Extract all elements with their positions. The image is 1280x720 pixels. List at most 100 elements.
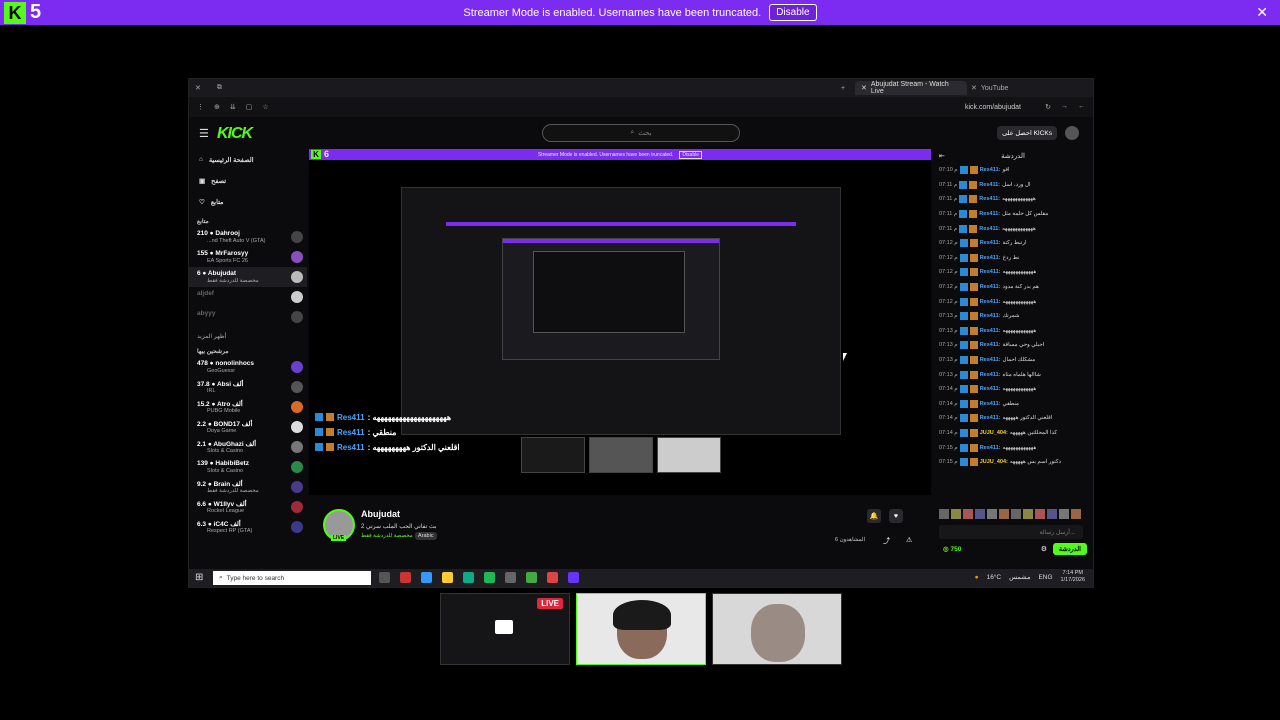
close-window-icon[interactable]: ✕	[195, 84, 201, 92]
sidebar-channel-active[interactable]: 6 ● Abujudat مخصصة للدردشة فقط	[189, 267, 307, 287]
extensions-icon[interactable]: ⊕	[214, 103, 220, 111]
sidebar-channel[interactable]: 2.1 ● AbuGhazi ألف Slots & Casino	[189, 437, 307, 457]
follow-heart-icon[interactable]: ♥	[889, 509, 903, 523]
emote-icon[interactable]	[1047, 509, 1057, 519]
emote-icon[interactable]	[1059, 509, 1069, 519]
chat-username[interactable]: Res411:	[980, 386, 1001, 392]
app-icon[interactable]	[421, 572, 432, 583]
chat-username[interactable]: Res411:	[979, 226, 1000, 232]
chat-username[interactable]: Res411:	[980, 328, 1001, 334]
app-icon[interactable]	[568, 572, 579, 583]
chat-username[interactable]: JUJU_404:	[980, 430, 1008, 436]
app-icon[interactable]	[400, 572, 411, 583]
sidebar-channel[interactable]: 6.3 ● iC4C ألف Respect RP (GTA)	[189, 517, 307, 537]
user-avatar[interactable]	[1065, 126, 1079, 140]
share-icon[interactable]: ▢	[246, 103, 253, 111]
sidebar-channel[interactable]: 2.2 ● BOND17 ألف Doya Game	[189, 417, 307, 437]
emote-icon[interactable]	[951, 509, 961, 519]
emote-icon[interactable]	[1035, 509, 1045, 519]
chat-username[interactable]: Res411:	[980, 415, 1001, 421]
sidebar-channel[interactable]: abyyy	[189, 307, 307, 327]
emote-icon[interactable]	[975, 509, 985, 519]
input-language[interactable]: ENG	[1038, 574, 1052, 581]
menu-icon[interactable]: ⋮	[197, 103, 204, 111]
nav-following[interactable]: ♡ متابع	[189, 191, 307, 212]
back-icon[interactable]: ←	[1078, 103, 1085, 111]
chat-username[interactable]: Res411:	[980, 255, 1001, 261]
chat-username[interactable]: Res411:	[980, 401, 1001, 407]
share-icon[interactable]: ⤴	[883, 536, 890, 546]
tab-youtube[interactable]: ✕ YouTube	[965, 81, 1077, 95]
stream-category[interactable]: مخصصة للدردشة فقط	[361, 533, 413, 539]
close-icon[interactable]: ✕	[1256, 4, 1268, 21]
chat-username[interactable]: Res411:	[979, 196, 1000, 202]
settings-gear-icon[interactable]: ⚙	[1041, 545, 1047, 553]
chat-username[interactable]: Res411:	[980, 240, 1001, 246]
xbox-icon[interactable]	[526, 572, 537, 583]
chat-input[interactable]: أرسل رسالة...	[939, 525, 1083, 539]
forward-icon[interactable]: →	[1061, 103, 1068, 111]
spotify-icon[interactable]	[484, 572, 495, 583]
camera-thumb-2[interactable]	[712, 593, 842, 665]
sidebar-channel[interactable]: 478 ● nonolinhocs GeoGuessr	[189, 357, 307, 377]
emote-icon[interactable]	[1071, 509, 1081, 519]
chrome-icon[interactable]	[547, 572, 558, 583]
nav-browse[interactable]: ▣ تصفح	[189, 170, 307, 191]
emote-icon[interactable]	[939, 509, 949, 519]
downloads-icon[interactable]: ⇊	[230, 103, 236, 111]
emote-icon[interactable]	[1023, 509, 1033, 519]
chat-username[interactable]: Res411:	[980, 372, 1001, 378]
kick-wordmark[interactable]: KICK	[217, 125, 253, 143]
search-input[interactable]: ⌕ بحث	[542, 124, 740, 142]
sidebar-channel[interactable]: 6.6 ● W1llyv ألف Rocket League	[189, 497, 307, 517]
show-more-link[interactable]: أظهر المزيد	[189, 327, 307, 342]
sidebar-channel[interactable]: 155 ● MrFarosyy EA Sports FC 26	[189, 247, 307, 267]
language-tag[interactable]: Arabic	[415, 532, 437, 540]
chat-username[interactable]: Res411:	[979, 211, 1000, 217]
nav-home[interactable]: ⌂ الصفحة الرئيسية	[189, 149, 307, 170]
streamer-name[interactable]: Abujudat	[361, 509, 400, 519]
chat-username[interactable]: JUJU_404:	[980, 459, 1008, 465]
get-kicks-button[interactable]: احصل على KICKs	[997, 126, 1057, 140]
report-icon[interactable]: ⚠	[906, 536, 912, 544]
chat-username[interactable]: Res411:	[980, 342, 1001, 348]
camera-thumb-1[interactable]	[576, 593, 706, 665]
reload-icon[interactable]: ↻	[1045, 103, 1051, 111]
bookmark-star-icon[interactable]: ☆	[262, 103, 268, 111]
tab-kick[interactable]: ✕ Abujudat Stream - Watch Live	[855, 81, 967, 95]
sidebar-channel[interactable]: 37.8 ● Absi ألف IRL	[189, 377, 307, 397]
emote-icon[interactable]	[987, 509, 997, 519]
chat-username[interactable]: Res411:	[980, 167, 1001, 173]
chat-username[interactable]: Res411:	[980, 269, 1001, 275]
chat-username[interactable]: Res411:	[980, 313, 1001, 319]
video-player[interactable]: K 6 Streamer Mode is enabled. Usernames …	[309, 149, 931, 495]
screen-share-thumb[interactable]: LIVE	[440, 593, 570, 665]
chat-username[interactable]: Res411:	[980, 445, 1001, 451]
notification-bell-icon[interactable]: 🔔	[867, 509, 881, 523]
sidebar-channel[interactable]: 15.2 ● Atro ألف PUBG Mobile	[189, 397, 307, 417]
sidebar-channel[interactable]: 210 ● Dahrooj ...nd Theft Auto V (GTA)	[189, 227, 307, 247]
folder-icon[interactable]	[442, 572, 453, 583]
emote-icon[interactable]	[1011, 509, 1021, 519]
sidebar-channel[interactable]: 9.2 ● Brain ألف مخصصة للدردشة فقط	[189, 477, 307, 497]
taskbar-search-input[interactable]: ⌕ Type here to search	[213, 571, 371, 585]
disable-button[interactable]: Disable	[769, 4, 817, 21]
close-tab-icon[interactable]: ✕	[861, 84, 867, 92]
app-icon[interactable]	[505, 572, 516, 583]
edge-icon[interactable]	[463, 572, 474, 583]
hamburger-menu-icon[interactable]: ☰	[199, 127, 209, 140]
chat-username[interactable]: Res411:	[980, 357, 1001, 363]
chat-username[interactable]: Res411:	[980, 284, 1001, 290]
emote-icon[interactable]	[963, 509, 973, 519]
task-view-icon[interactable]	[379, 572, 390, 583]
sidebar-channel[interactable]: aljdef	[189, 287, 307, 307]
chat-username[interactable]: Res411:	[980, 299, 1001, 305]
restore-icon[interactable]: ⧉	[217, 84, 222, 92]
close-tab-icon[interactable]: ✕	[971, 84, 977, 92]
clock[interactable]: 7:14 PM 1/17/2026	[1061, 570, 1085, 584]
url-field[interactable]: kick.com/abujudat	[965, 104, 1021, 111]
points-balance[interactable]: ◎ 750	[943, 545, 961, 553]
emote-icon[interactable]	[999, 509, 1009, 519]
new-tab-icon[interactable]: +	[841, 85, 845, 92]
chat-send-button[interactable]: الدردشة	[1052, 543, 1087, 555]
